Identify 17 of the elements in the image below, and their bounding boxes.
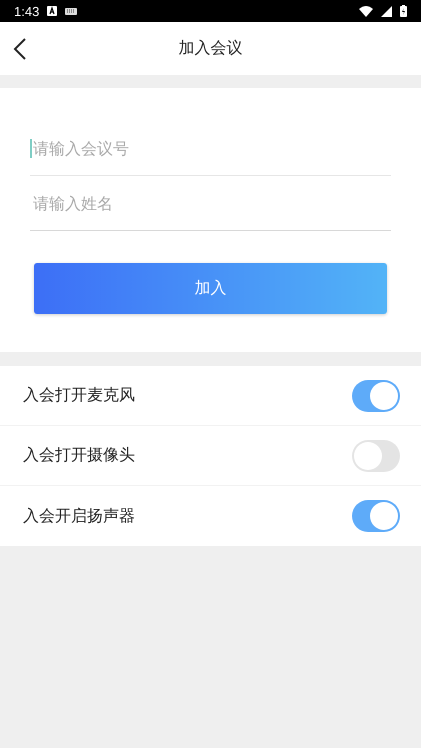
signal-icon: [381, 6, 392, 16]
back-icon[interactable]: [13, 36, 27, 60]
setting-label: 入会打开麦克风: [23, 385, 135, 406]
keyboard-icon: [65, 8, 78, 14]
toggle-switch[interactable]: [352, 440, 400, 472]
clock-time: 1:43: [14, 4, 40, 18]
notification-icon: [47, 6, 58, 16]
join-button[interactable]: 加入: [34, 263, 387, 314]
input-field[interactable]: 请输入会议号: [30, 138, 391, 158]
wifi-icon: [359, 6, 373, 16]
page-title: 加入会议: [178, 38, 244, 59]
setting-label: 入会开启扬声器: [23, 506, 135, 526]
toggle-switch[interactable]: [352, 380, 400, 412]
toggle-switch[interactable]: [352, 500, 400, 532]
battery-icon: [400, 5, 407, 17]
input-field[interactable]: 请输入姓名: [30, 194, 391, 212]
setting-label: 入会打开摄像头: [23, 445, 135, 466]
